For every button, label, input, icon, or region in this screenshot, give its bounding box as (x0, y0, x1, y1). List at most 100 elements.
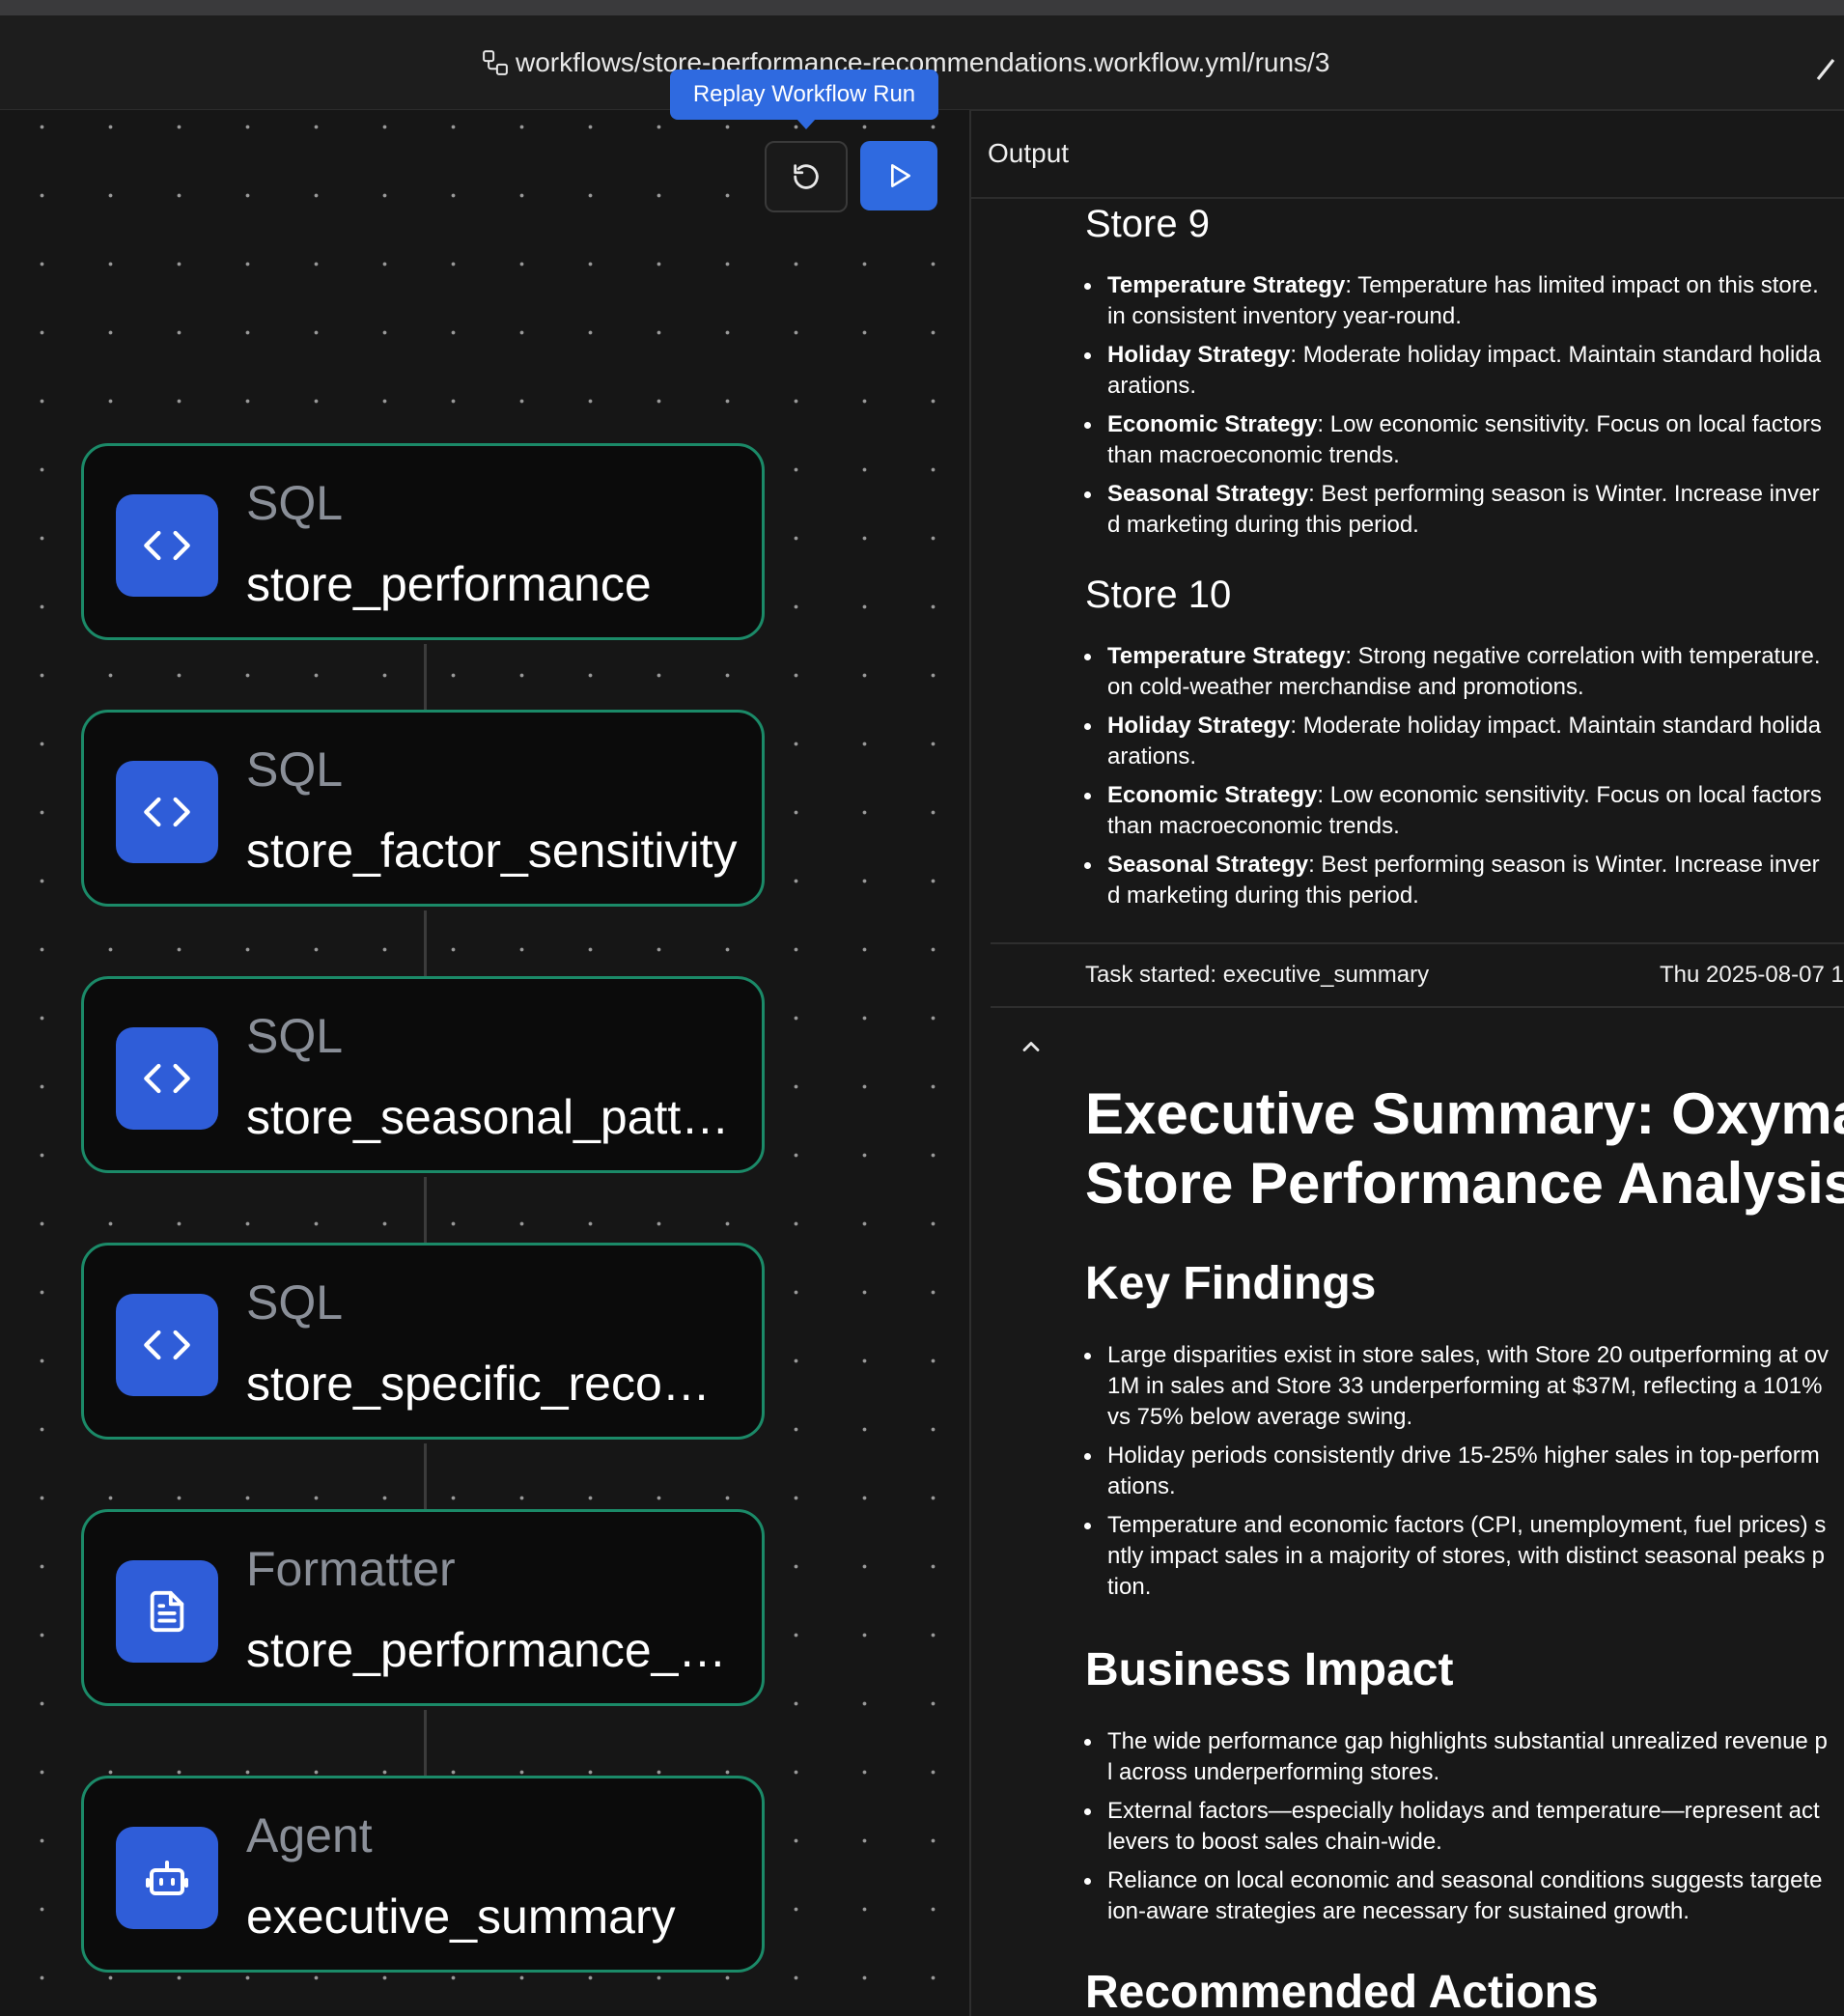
node-icon-box (116, 494, 218, 597)
item-line: : Moderate holiday impact. Maintain stan… (1290, 713, 1822, 739)
list-item: External factors—especially holidays and… (1084, 1796, 1844, 1858)
strategy-label: Temperature Strategy (1107, 272, 1346, 298)
key-findings-heading: Key Findings (1085, 1258, 1377, 1309)
list-item: Seasonal Strategy: Best performing seaso… (1084, 850, 1844, 911)
store-title: Store 9 (1085, 203, 1210, 245)
strategy-label: Economic Strategy (1107, 782, 1318, 808)
summary-title: Executive Summary: Oxyma Store Performanc… (1085, 1079, 1844, 1218)
workflow-node[interactable]: SQL store_specific_reco… (81, 1243, 765, 1440)
strategy-label: Seasonal Strategy (1107, 852, 1309, 878)
node-type: Formatter (246, 1542, 456, 1596)
strategy-label: Holiday Strategy (1107, 342, 1291, 368)
node-connector (424, 1710, 427, 1776)
node-connector (424, 910, 427, 976)
workflow-node[interactable]: Formatter store_performance_… (81, 1509, 765, 1706)
item-line: ion-aware strategies are necessary for s… (1107, 1898, 1690, 1924)
list-item: Holiday Strategy: Moderate holiday impac… (1084, 711, 1844, 772)
item-line: : Best performing season is Winter. Incr… (1308, 481, 1820, 507)
item-line: The wide performance gap highlights subs… (1107, 1728, 1828, 1754)
item-line: on cold-weather merchandise and promotio… (1107, 674, 1584, 700)
code-icon (144, 1063, 190, 1094)
task-started-label: Task started: executive_summary (1085, 962, 1430, 988)
edit-icon[interactable] (1811, 48, 1840, 87)
strategy-label: Temperature Strategy (1107, 643, 1346, 669)
workflow-node[interactable]: Agent executive_summary (81, 1776, 765, 1973)
replay-button[interactable] (765, 141, 848, 212)
item-line: arations. (1107, 373, 1197, 399)
node-connector (424, 1177, 427, 1243)
node-name: store_seasonal_patt… (246, 1090, 730, 1144)
recommended-actions-heading: Recommended Actions (1085, 1967, 1599, 2016)
divider (991, 942, 1844, 944)
item-line: than macroeconomic trends. (1107, 813, 1400, 839)
summary-title-line: Executive Summary: Oxyma (1085, 1081, 1844, 1146)
output-header: Output (971, 110, 1844, 199)
chevron-up-icon[interactable] (1018, 1037, 1045, 1056)
code-icon (144, 1330, 190, 1360)
item-line: in consistent inventory year-round. (1107, 303, 1462, 329)
node-icon-box (116, 1294, 218, 1396)
strategy-label: Holiday Strategy (1107, 713, 1291, 739)
run-button[interactable] (860, 141, 937, 210)
output-content[interactable]: Store 9 Temperature Strategy: Temperatur… (971, 199, 1844, 2016)
node-type: Agent (246, 1808, 373, 1862)
play-icon (891, 164, 910, 187)
node-type: SQL (246, 1009, 344, 1063)
code-icon (144, 530, 190, 561)
node-type: SQL (246, 1275, 344, 1330)
item-line: d marketing during this period. (1107, 512, 1419, 538)
node-connector (424, 644, 427, 710)
item-line: vs 75% below average swing. (1107, 1404, 1413, 1430)
workflow-icon (483, 49, 508, 75)
item-line: levers to boost sales chain-wide. (1107, 1829, 1442, 1855)
item-line: : Low economic sensitivity. Focus on loc… (1317, 411, 1822, 437)
item-line: 1M in sales and Store 33 underperforming… (1107, 1373, 1823, 1399)
node-name: store_specific_reco… (246, 1357, 711, 1411)
item-line: d marketing during this period. (1107, 882, 1419, 909)
workflow-node[interactable]: SQL store_seasonal_patt… (81, 976, 765, 1173)
workflow-node[interactable]: SQL store_factor_sensitivity (81, 710, 765, 907)
item-line: tion. (1107, 1574, 1152, 1600)
item-line: External factors—especially holidays and… (1107, 1798, 1820, 1824)
list-item: Holiday periods consistently drive 15-25… (1084, 1441, 1844, 1502)
node-type: SQL (246, 742, 344, 797)
item-line: than macroeconomic trends. (1107, 442, 1400, 468)
strategy-label: Economic Strategy (1107, 411, 1318, 437)
item-line: : Moderate holiday impact. Maintain stan… (1290, 342, 1822, 368)
list-item: Reliance on local economic and seasonal … (1084, 1865, 1844, 1927)
list-item: Holiday Strategy: Moderate holiday impac… (1084, 340, 1844, 402)
node-icon-box (116, 1560, 218, 1663)
workflow-node[interactable]: SQL store_performance (81, 443, 765, 640)
refresh-icon (794, 164, 819, 189)
node-name: store_performance (246, 557, 652, 611)
node-icon-box (116, 1027, 218, 1130)
strategy-label: Seasonal Strategy (1107, 481, 1309, 507)
list-item: Temperature and economic factors (CPI, u… (1084, 1510, 1844, 1603)
node-name: store_performance_… (246, 1623, 727, 1677)
item-line: Large disparities exist in store sales, … (1107, 1342, 1830, 1368)
summary-title-line: Store Performance Analysis (1085, 1151, 1844, 1216)
node-name: store_factor_sensitivity (246, 824, 738, 878)
list-item: Temperature Strategy: Temperature has li… (1084, 270, 1844, 332)
item-line: arations. (1107, 743, 1197, 770)
output-title: Output (988, 138, 1070, 168)
task-timestamp: Thu 2025-08-07 1 (1660, 962, 1844, 988)
store-title: Store 10 (1085, 574, 1232, 616)
divider (991, 1006, 1844, 1008)
list-item: Large disparities exist in store sales, … (1084, 1340, 1844, 1433)
item-line: Temperature and economic factors (CPI, u… (1107, 1512, 1827, 1538)
business-impact-heading: Business Impact (1085, 1644, 1454, 1695)
item-line: ations. (1107, 1473, 1176, 1499)
list-item: Economic Strategy: Low economic sensitiv… (1084, 780, 1844, 842)
node-icon-box (116, 1827, 218, 1929)
node-connector (424, 1443, 427, 1509)
code-icon (144, 797, 190, 827)
item-line: ntly impact sales in a majority of store… (1107, 1543, 1825, 1569)
node-type: SQL (246, 476, 344, 530)
node-name: executive_summary (246, 1890, 676, 1944)
replay-tooltip: Replay Workflow Run (670, 70, 938, 129)
list-item: Seasonal Strategy: Best performing seaso… (1084, 479, 1844, 541)
list-item: Temperature Strategy: Strong negative co… (1084, 641, 1844, 703)
node-icon-box (116, 761, 218, 863)
item-line: Reliance on local economic and seasonal … (1107, 1867, 1823, 1893)
